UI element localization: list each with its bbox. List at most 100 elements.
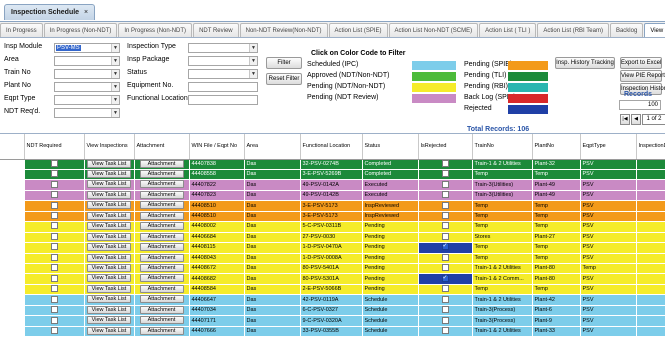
- table-row[interactable]: View Task List Attachment 44407171 Das 9-C-P…: [0, 315, 665, 327]
- checkbox[interactable]: [50, 327, 58, 335]
- view-tab[interactable]: NDT Review: [193, 23, 239, 37]
- table-row[interactable]: View Task List Attachment 44406647 Das 42-PS…: [0, 294, 665, 306]
- attachment-button[interactable]: Attachment: [139, 190, 184, 199]
- view-task-list-button[interactable]: View Task List: [87, 253, 131, 262]
- checkbox[interactable]: [50, 295, 58, 303]
- table-row[interactable]: View Task List Attachment 44408682 Das 80-PS…: [0, 273, 665, 285]
- column-header[interactable]: NDT Required: [24, 134, 85, 160]
- table-row[interactable]: View Task List Attachment 44408584 Das 2-E-P…: [0, 284, 665, 296]
- attachment-button[interactable]: Attachment: [139, 201, 184, 210]
- row-selector-cell[interactable]: [0, 200, 25, 212]
- checkbox[interactable]: [441, 264, 449, 272]
- checkbox[interactable]: [441, 159, 449, 167]
- checkbox[interactable]: [441, 316, 449, 324]
- checkbox-checked[interactable]: ✓: [441, 243, 449, 251]
- row-selector-cell[interactable]: [0, 221, 25, 233]
- status-select[interactable]: ▼: [188, 69, 258, 79]
- table-row[interactable]: View Task List Attachment 44408002 Das 5-C-P…: [0, 221, 665, 233]
- row-selector-cell[interactable]: [0, 273, 25, 285]
- attachment-button[interactable]: Attachment: [139, 253, 184, 262]
- view-task-list-button[interactable]: View Task List: [87, 264, 131, 273]
- checkbox[interactable]: [441, 212, 449, 220]
- legend-swatch-rejected[interactable]: [508, 105, 548, 114]
- column-header[interactable]: Status: [362, 134, 419, 160]
- row-selector-cell[interactable]: [0, 305, 25, 317]
- row-selector-cell[interactable]: [0, 159, 25, 170]
- checkbox[interactable]: [441, 222, 449, 230]
- view-tab[interactable]: Backlog: [609, 23, 644, 37]
- column-header[interactable]: Functional Location: [300, 134, 363, 160]
- checkbox[interactable]: [441, 180, 449, 188]
- table-row[interactable]: View Task List Attachment 44406684 Das 27-PS…: [0, 232, 665, 244]
- plant-no-select[interactable]: ▼: [54, 82, 120, 92]
- area-select[interactable]: ▼: [54, 56, 120, 66]
- column-header[interactable]: PlantNo: [532, 134, 581, 160]
- view-tab[interactable]: In Progress (Non-NDT): [118, 23, 193, 37]
- view-tab[interactable]: In Progress (Non-NDT): [43, 23, 118, 37]
- view-pie-reports-button[interactable]: View PIE Reports: [620, 70, 665, 82]
- checkbox[interactable]: [50, 201, 58, 209]
- attachment-button[interactable]: Attachment: [139, 222, 184, 231]
- eqpt-type-select[interactable]: ▼: [54, 95, 120, 105]
- column-header[interactable]: InspectionDate: [636, 134, 665, 160]
- document-tab-inspection-schedule[interactable]: Inspection Schedule ×: [4, 4, 96, 20]
- attachment-button[interactable]: Attachment: [139, 211, 184, 220]
- view-tab[interactable]: Action List ( TLI ): [479, 23, 537, 37]
- checkbox[interactable]: [441, 232, 449, 240]
- table-row[interactable]: View Task List Attachment 44408672 Das 80-PS…: [0, 263, 665, 275]
- legend-swatch-backlog-spie[interactable]: [508, 94, 548, 103]
- view-tab[interactable]: Action List (RBI Team): [537, 23, 609, 37]
- view-task-list-button[interactable]: View Task List: [87, 316, 131, 325]
- view-tab[interactable]: Action List (SPIE): [328, 23, 388, 37]
- table-row[interactable]: View Task List Attachment 44407666 Das 33-PS…: [0, 326, 665, 338]
- legend-swatch-pending-tli[interactable]: [508, 72, 548, 81]
- column-header[interactable]: Area: [244, 134, 301, 160]
- checkbox[interactable]: [50, 316, 58, 324]
- view-task-list-button[interactable]: View Task List: [87, 274, 131, 283]
- legend-swatch-approved[interactable]: [412, 72, 456, 81]
- checkbox[interactable]: [441, 170, 449, 178]
- legend-swatch-pending-spie[interactable]: [508, 61, 548, 70]
- records-per-page-input[interactable]: 100: [619, 100, 661, 110]
- train-no-select[interactable]: ▼: [54, 69, 120, 79]
- checkbox[interactable]: [441, 201, 449, 209]
- view-task-list-button[interactable]: View Task List: [87, 169, 131, 178]
- filter-button[interactable]: Filter: [266, 57, 302, 69]
- column-header[interactable]: WIN File / Eqpt No: [189, 134, 245, 160]
- row-selector-cell[interactable]: [0, 232, 25, 244]
- row-selector-cell[interactable]: [0, 179, 25, 191]
- attachment-button[interactable]: Attachment: [139, 316, 184, 325]
- functional-location-input[interactable]: [188, 95, 258, 105]
- table-row[interactable]: View Task List Attachment 44408115 Das 1-D-P…: [0, 242, 665, 254]
- legend-swatch-pending-ndt[interactable]: [412, 83, 456, 92]
- table-row[interactable]: View Task List Attachment 44407823 Das 49-PS…: [0, 190, 665, 202]
- view-task-list-button[interactable]: View Task List: [87, 211, 131, 220]
- attachment-button[interactable]: Attachment: [139, 295, 184, 304]
- attachment-button[interactable]: Attachment: [139, 180, 184, 189]
- attachment-button[interactable]: Attachment: [139, 274, 184, 283]
- table-row[interactable]: View Task List Attachment 44407838 Das 32-PS…: [0, 159, 665, 170]
- export-excel-button[interactable]: Export to Excel: [620, 57, 662, 69]
- checkbox[interactable]: [50, 285, 58, 293]
- checkbox[interactable]: [441, 306, 449, 314]
- view-task-list-button[interactable]: View Task List: [87, 222, 131, 231]
- attachment-button[interactable]: Attachment: [139, 305, 184, 314]
- view-task-list-button[interactable]: View Task List: [87, 159, 131, 168]
- view-task-list-button[interactable]: View Task List: [87, 201, 131, 210]
- insp-package-select[interactable]: ▼: [188, 56, 258, 66]
- close-icon[interactable]: ×: [84, 9, 88, 16]
- column-header[interactable]: View Inspections: [84, 134, 135, 160]
- view-tab[interactable]: Action List Non-NDT (SCME): [388, 23, 479, 37]
- table-row[interactable]: View Task List Attachment 44408043 Das 1-D-P…: [0, 253, 665, 265]
- legend-swatch-pending-review[interactable]: [412, 94, 456, 103]
- checkbox[interactable]: [50, 274, 58, 282]
- checkbox[interactable]: [441, 285, 449, 293]
- view-task-list-button[interactable]: View Task List: [87, 305, 131, 314]
- first-page-icon[interactable]: |◀: [620, 114, 630, 125]
- attachment-button[interactable]: Attachment: [139, 159, 184, 168]
- previous-page-icon[interactable]: ◀: [631, 114, 641, 125]
- column-header[interactable]: TrainNo: [472, 134, 533, 160]
- row-selector-cell[interactable]: [0, 169, 25, 181]
- row-selector-cell[interactable]: [0, 326, 25, 338]
- ndt-reqd-select[interactable]: ▼: [54, 108, 120, 118]
